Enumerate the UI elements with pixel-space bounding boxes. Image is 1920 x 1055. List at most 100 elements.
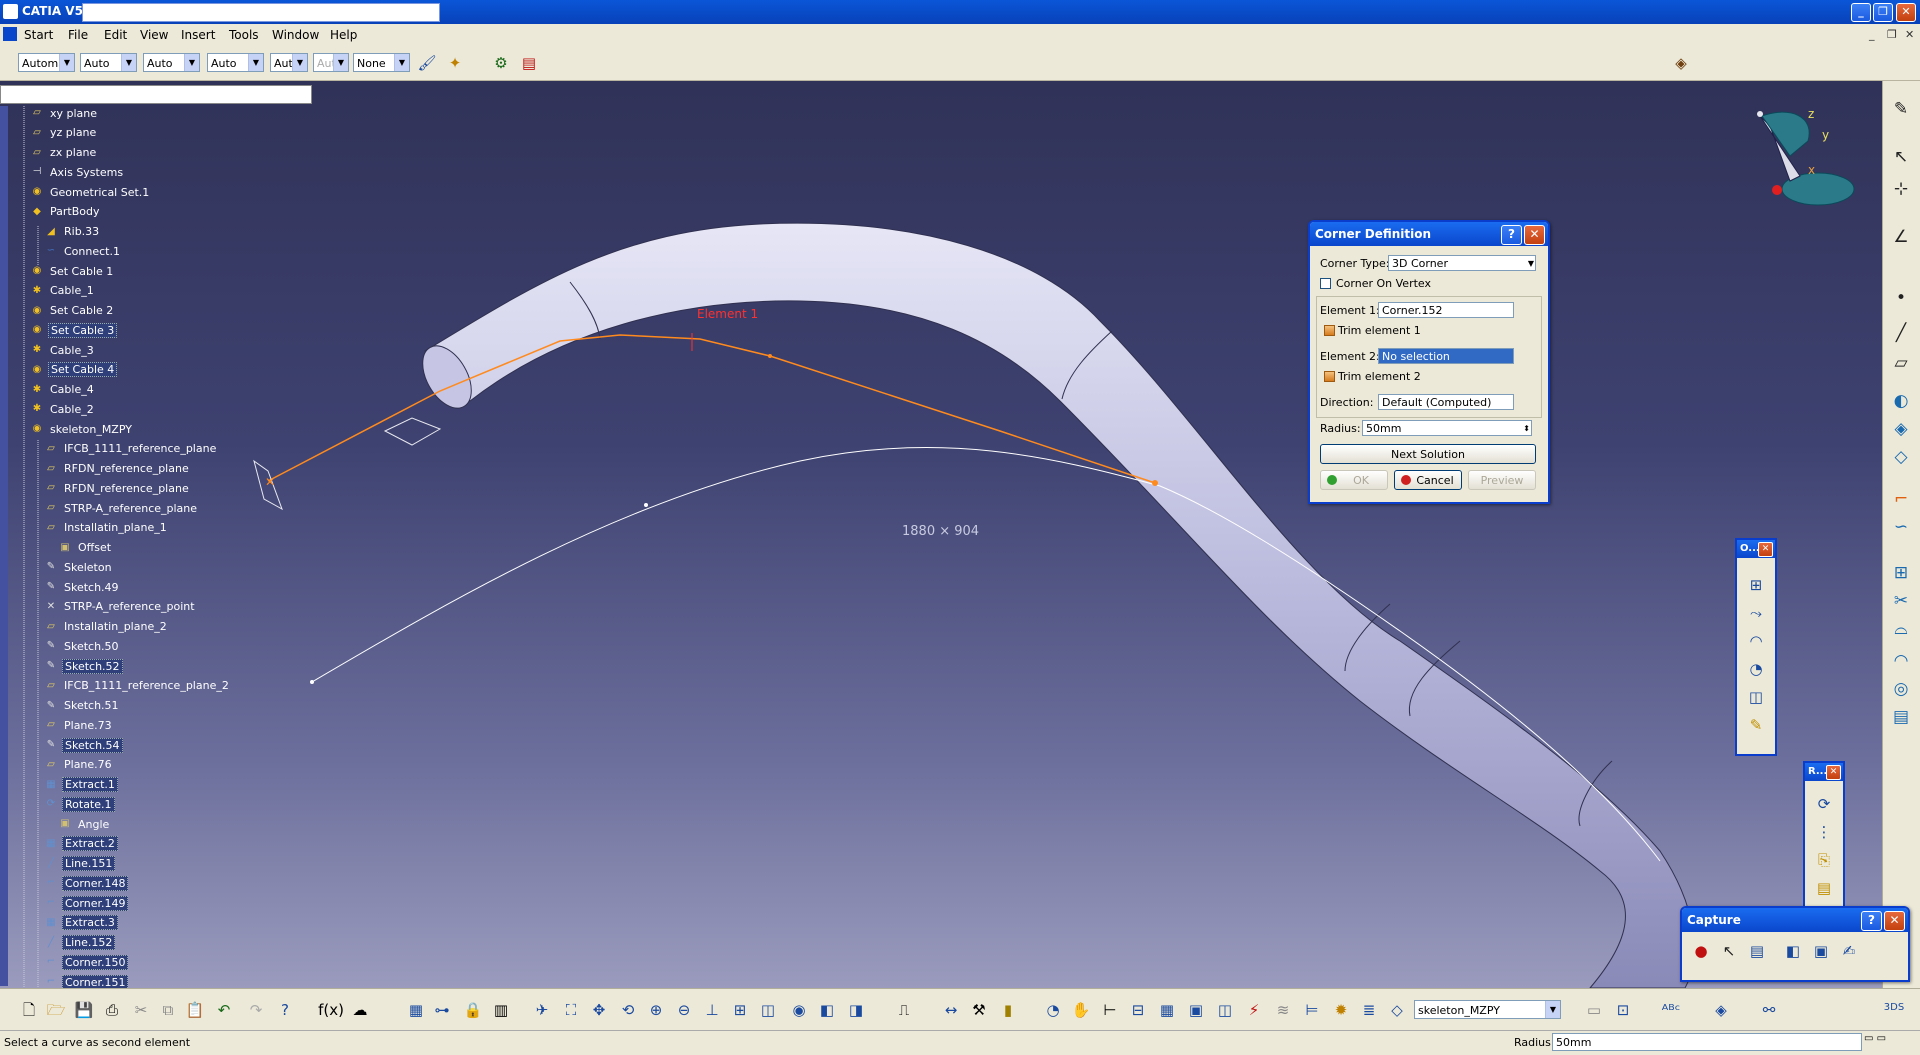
measure-icon[interactable]: ▥	[490, 999, 512, 1021]
combo-color[interactable]: Auto ▼	[143, 53, 200, 72]
tree-item[interactable]: ✎ Sketch.49	[44, 579, 121, 595]
cut-icon[interactable]: ✂	[130, 999, 152, 1021]
corner-tool-icon[interactable]: ⌐	[1889, 487, 1913, 511]
extrude-tool-icon[interactable]: ◈	[1889, 417, 1913, 441]
ok-button[interactable]: OK	[1320, 470, 1388, 490]
multi-view-icon[interactable]: ⊞	[729, 999, 751, 1021]
disassemble-icon[interactable]: ◔	[1745, 658, 1767, 680]
repetition-icon[interactable]: ⟳	[1813, 793, 1835, 815]
document-icon[interactable]: ▤	[518, 52, 540, 74]
tree-item[interactable]: ▱ zx plane	[30, 145, 98, 161]
select-frame-icon[interactable]: ⊡	[1612, 999, 1634, 1021]
pattern-icon[interactable]: ⋮	[1813, 821, 1835, 843]
status-end-buttons[interactable]: ▭ ▭	[1864, 1033, 1886, 1044]
tree-item[interactable]: ▦ Extract.3	[44, 915, 118, 931]
zoom-out-icon[interactable]: ⊖	[673, 999, 695, 1021]
mdi-minimize-button[interactable]: _	[1869, 28, 1875, 41]
split-tool-icon[interactable]: ⌓	[1889, 617, 1913, 641]
tree-item[interactable]: ⌐ Corner.149	[44, 895, 129, 911]
untrim-icon[interactable]: ◠	[1745, 630, 1767, 652]
minimize-button[interactable]: _	[1851, 3, 1871, 22]
link-icon[interactable]: ⚯	[1758, 999, 1780, 1021]
save-icon[interactable]: 💾	[73, 999, 95, 1021]
menu-file[interactable]: File	[68, 28, 88, 42]
tree-item[interactable]: ✎ Sketch.54	[44, 737, 123, 753]
tree-item[interactable]: ▱ RFDN_reference_plane	[44, 480, 191, 496]
grid-snap-icon[interactable]: ▦	[1156, 999, 1178, 1021]
combo-none[interactable]: None ▼	[353, 53, 410, 72]
trim-tool-icon[interactable]: ✂	[1889, 589, 1913, 613]
menu-window[interactable]: Window	[272, 28, 319, 42]
corner-type-select[interactable]: 3D Corner ▼	[1388, 255, 1536, 271]
element2-field[interactable]: No selection	[1378, 348, 1514, 364]
cancel-button[interactable]: Cancel	[1394, 470, 1462, 490]
fillet-tool-icon[interactable]: ◠	[1889, 649, 1913, 673]
wave-icon[interactable]: ≋	[1272, 999, 1294, 1021]
grid-icon[interactable]: ⊟	[1127, 999, 1149, 1021]
tree-item[interactable]: ⊣ Axis Systems	[30, 164, 125, 180]
properties-icon[interactable]: ✦	[444, 52, 466, 74]
record-icon[interactable]: ●	[1690, 940, 1712, 962]
capture-close-button[interactable]: ✕	[1884, 911, 1905, 931]
direction-field[interactable]: Default (Computed)	[1378, 394, 1514, 410]
catalog-icon[interactable]: ▮	[997, 999, 1019, 1021]
transform-tool-icon[interactable]: ◎	[1889, 677, 1913, 701]
rotate-view-icon[interactable]: ⟲	[617, 999, 639, 1021]
menu-tools[interactable]: Tools	[229, 28, 259, 42]
grab-icon[interactable]: ✋	[1070, 999, 1092, 1021]
snap-icon[interactable]: ↔	[940, 999, 962, 1021]
healing-icon[interactable]: ⤳	[1745, 602, 1767, 624]
tree-item[interactable]: ▱ STRP-A_reference_plane	[44, 500, 199, 516]
next-solution-button[interactable]: Next Solution	[1320, 444, 1536, 464]
tree-item[interactable]: ✎ Sketch.50	[44, 638, 121, 654]
element1-field[interactable]: Corner.152	[1378, 302, 1514, 318]
menu-edit[interactable]: Edit	[104, 28, 127, 42]
extract-tool-icon[interactable]: ▤	[1889, 705, 1913, 729]
radius-field[interactable]: 50mm ⬍	[1362, 420, 1532, 436]
tree-item[interactable]: ✱ Cable_1	[30, 283, 96, 299]
boundary-icon[interactable]: ◫	[1745, 686, 1767, 708]
tree-item[interactable]: ⌐ Corner.150	[44, 954, 129, 970]
close-button[interactable]: ✕	[1896, 3, 1916, 22]
tree-item[interactable]: ▦ Extract.1	[44, 777, 118, 793]
lock-icon[interactable]: 🔒	[462, 999, 484, 1021]
frame-icon[interactable]: ▭	[1583, 999, 1605, 1021]
macro-icon[interactable]: ⚙	[490, 52, 512, 74]
mdi-restore-button[interactable]: ❐	[1887, 28, 1897, 41]
operations-toolbar-close-button[interactable]: ✕	[1758, 542, 1773, 557]
abc-icon[interactable]: ᴬᴮᶜ	[1660, 999, 1682, 1021]
tree-item[interactable]: ◉ Set Cable 1	[30, 263, 115, 279]
table-icon[interactable]: ▦	[405, 999, 427, 1021]
tree-item[interactable]: ▱ xy plane	[30, 106, 99, 121]
spinner-icon[interactable]: ⬍	[1523, 421, 1530, 437]
plane-tool-icon[interactable]: ▱	[1889, 351, 1913, 375]
brush-icon[interactable]: 🖌	[416, 52, 438, 74]
zoom-in-icon[interactable]: ⊕	[645, 999, 667, 1021]
tree-item[interactable]: ✱ Cable_2	[30, 401, 96, 417]
constraint-icon[interactable]: ⚡	[1243, 999, 1265, 1021]
paste-icon[interactable]: 📋	[184, 999, 206, 1021]
layers-icon[interactable]: ≣	[1358, 999, 1380, 1021]
knowledge-icon[interactable]: ☁	[349, 999, 371, 1021]
combo-layer[interactable]: Aut ▼	[270, 53, 308, 72]
iso-view-icon[interactable]: ◫	[757, 999, 779, 1021]
capture-sign-icon[interactable]: ✍	[1838, 940, 1860, 962]
tree-item[interactable]: ▱ Plane.73	[44, 717, 114, 733]
menu-start[interactable]: Start	[24, 28, 53, 42]
help-button[interactable]: ?	[1501, 225, 1522, 245]
trim-element2-checkbox[interactable]	[1324, 371, 1335, 382]
trim-element1-checkbox[interactable]	[1324, 325, 1335, 336]
tree-item[interactable]: ✱ Cable_3	[30, 342, 96, 358]
capture-help-button[interactable]: ?	[1861, 911, 1882, 931]
preview-button[interactable]: Preview	[1468, 470, 1536, 490]
shading-icon[interactable]: ◉	[788, 999, 810, 1021]
dialog-title-bar[interactable]: Corner Definition ? ✕	[1310, 222, 1548, 246]
tree-item[interactable]: ▦ Extract.2	[44, 836, 118, 852]
connect-tool-icon[interactable]: ∽	[1889, 515, 1913, 539]
dialog-close-button[interactable]: ✕	[1524, 225, 1545, 245]
corner-on-vertex-checkbox[interactable]	[1320, 278, 1331, 289]
tree-item[interactable]: ⌐ Corner.148	[44, 875, 129, 891]
fit-all-icon[interactable]: ⛶	[560, 999, 582, 1021]
tree-item[interactable]: ◉ Geometrical Set.1	[30, 184, 151, 200]
redo-icon[interactable]: ↷	[245, 999, 267, 1021]
